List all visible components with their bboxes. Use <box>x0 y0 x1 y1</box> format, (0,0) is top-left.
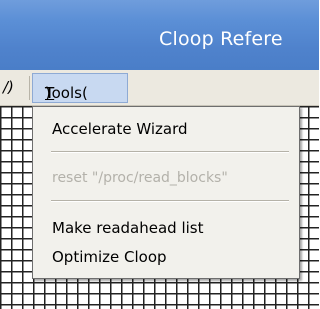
title-bar[interactable]: Cloop Refere <box>0 0 319 70</box>
menu-item-make-readahead-list[interactable]: Make readahead list <box>52 219 204 237</box>
menu-item-optimize-cloop[interactable]: Optimize Cloop <box>52 248 167 266</box>
menu-item-partial[interactable]: /) <box>3 78 14 96</box>
tools-dropdown-menu: Accelerate Wizard reset "/proc/read_bloc… <box>32 106 300 279</box>
window-title: Cloop Refere <box>159 28 283 50</box>
menu-separator <box>29 76 30 100</box>
menu-divider <box>51 200 289 202</box>
menu-tools[interactable]: Tools(T) <box>32 73 128 103</box>
menu-bar: /) Tools(T) <box>0 70 319 106</box>
menu-item-accelerate-wizard[interactable]: Accelerate Wizard <box>52 120 188 138</box>
menu-item-reset-read-blocks: reset "/proc/read_blocks" <box>52 170 228 186</box>
app-window: Cloop Refere /) Tools(T) Accelerate Wiza… <box>0 0 319 309</box>
menu-tools-suffix: ) <box>45 84 51 102</box>
menu-divider <box>51 151 289 153</box>
